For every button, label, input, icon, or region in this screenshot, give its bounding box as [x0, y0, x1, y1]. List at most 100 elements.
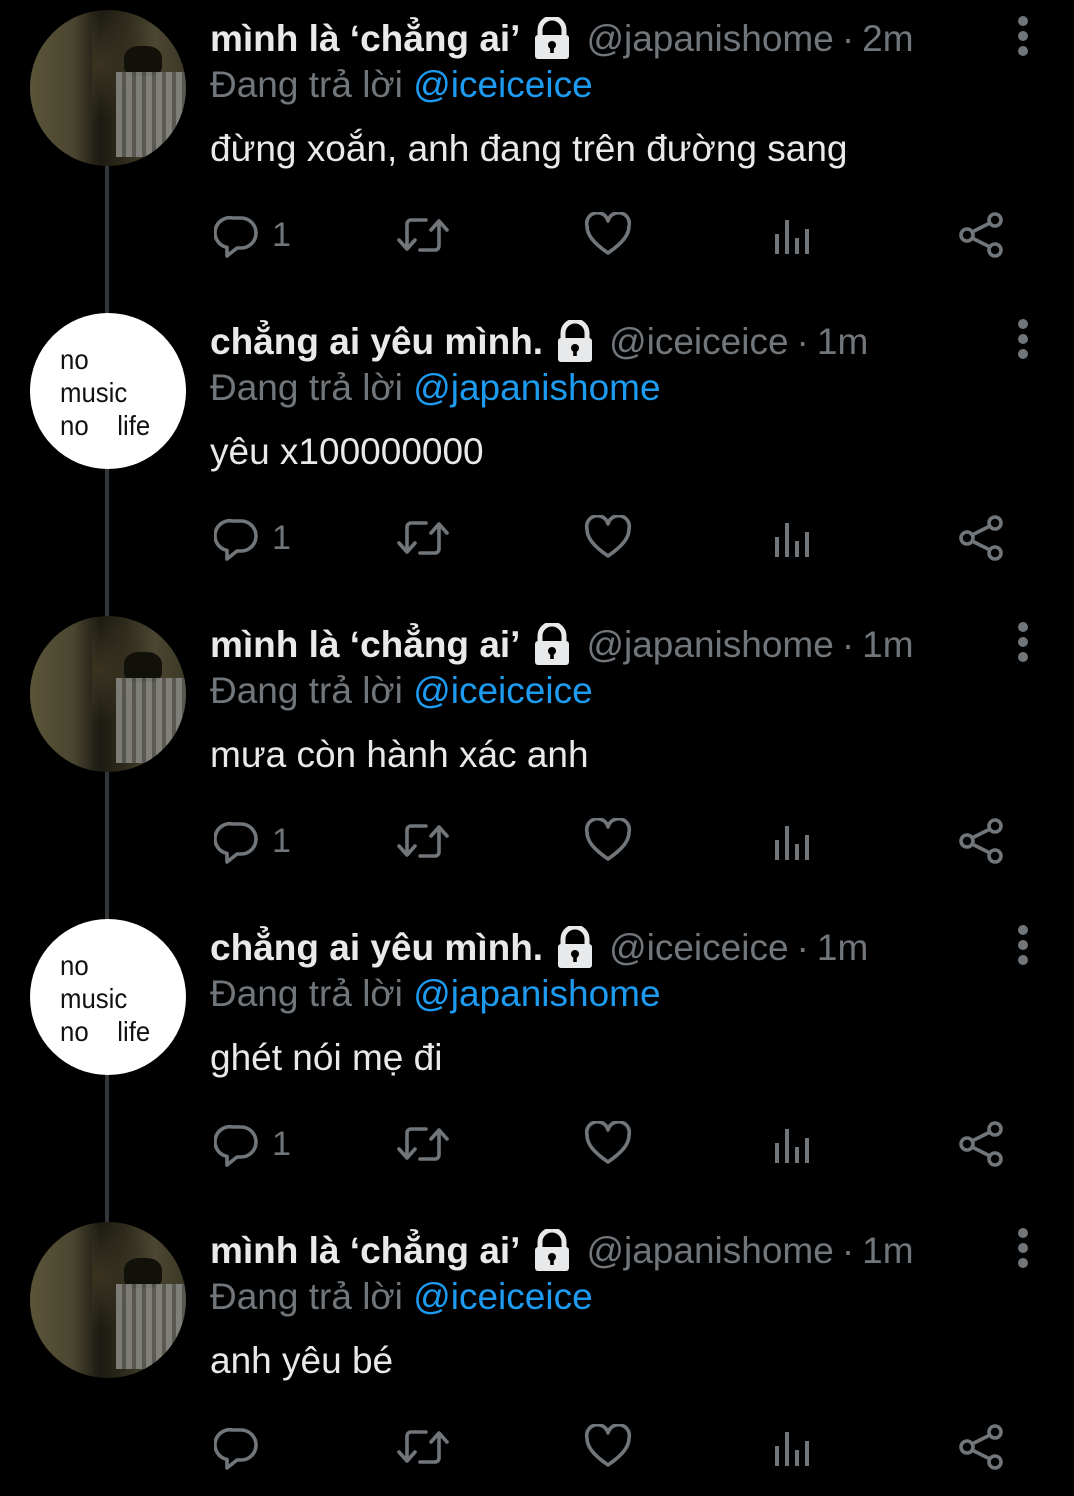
- views-button[interactable]: [772, 818, 812, 864]
- retweet-button[interactable]: [396, 818, 450, 864]
- replying-to-handle[interactable]: @japanishome: [413, 367, 660, 408]
- share-button[interactable]: [958, 515, 1004, 561]
- separator-dot: ·: [841, 624, 855, 665]
- avatar-photo-radiator: [116, 72, 186, 157]
- reply-button[interactable]: 1: [214, 818, 291, 864]
- share-icon: [959, 515, 1003, 561]
- reply-count: 1: [272, 215, 291, 254]
- tweet-header: chẳng ai yêu mình. @iceiceice · 1m: [210, 317, 868, 367]
- user-handle[interactable]: @iceiceice: [609, 321, 788, 363]
- user-handle[interactable]: @japanishome: [586, 18, 833, 60]
- views-button[interactable]: [772, 515, 812, 561]
- reply-icon: [214, 518, 258, 561]
- tweet-text: yêu x100000000: [210, 431, 484, 472]
- tweet[interactable]: no music no life chẳng ai yêu mình. @ice…: [0, 303, 1074, 606]
- share-button[interactable]: [958, 818, 1004, 864]
- display-name[interactable]: chẳng ai yêu mình.: [210, 321, 543, 363]
- like-button[interactable]: [584, 515, 632, 561]
- replying-to: Đang trả lời @iceiceice: [210, 64, 593, 106]
- reply-button[interactable]: [214, 1424, 272, 1470]
- lock-icon: [535, 17, 570, 59]
- like-button[interactable]: [584, 212, 632, 258]
- replying-to-handle[interactable]: @iceiceice: [413, 1276, 592, 1317]
- retweet-button[interactable]: [396, 1424, 450, 1470]
- heart-icon: [584, 1424, 632, 1467]
- tweet-header: mình là ‘chẳng ai’ @japanishome · 2m: [210, 14, 914, 64]
- timestamp[interactable]: 1m: [817, 321, 868, 363]
- replying-to-label: Đang trả lời: [210, 1276, 414, 1317]
- tweet[interactable]: mình là ‘chẳng ai’ @japanishome · 1m Đan…: [0, 1212, 1074, 1496]
- heart-icon: [584, 212, 632, 255]
- more-vertical-icon[interactable]: [1016, 14, 1030, 58]
- views-icon: [775, 1129, 809, 1163]
- avatar-photo-door: [30, 1222, 92, 1378]
- views-icon: [775, 826, 809, 860]
- user-handle[interactable]: @iceiceice: [609, 927, 788, 969]
- tweet-text: ghét nói mẹ đi: [210, 1037, 443, 1078]
- separator-dot: ·: [796, 321, 809, 362]
- replying-to-label: Đang trả lời: [210, 670, 414, 711]
- retweet-icon: [397, 521, 449, 555]
- user-handle[interactable]: @japanishome: [586, 1230, 833, 1272]
- views-button[interactable]: [772, 1121, 812, 1167]
- tweet[interactable]: mình là ‘chẳng ai’ @japanishome · 1m Đan…: [0, 606, 1074, 909]
- retweet-button[interactable]: [396, 1121, 450, 1167]
- tweet-actions: 1: [210, 806, 1010, 876]
- replying-to-handle[interactable]: @iceiceice: [413, 670, 592, 711]
- replying-to: Đang trả lời @iceiceice: [210, 1276, 593, 1318]
- avatar-photo[interactable]: [30, 10, 186, 166]
- retweet-button[interactable]: [396, 515, 450, 561]
- like-button[interactable]: [584, 818, 632, 864]
- tweet-actions: 1: [210, 1109, 1010, 1179]
- timestamp[interactable]: 1m: [817, 927, 868, 969]
- timestamp[interactable]: 2m: [862, 18, 913, 60]
- more-vertical-icon[interactable]: [1016, 923, 1030, 967]
- avatar-text[interactable]: no music no life: [30, 919, 186, 1075]
- avatar-photo[interactable]: [30, 1222, 186, 1378]
- avatar-text-label: no music no life: [60, 344, 151, 441]
- more-vertical-icon[interactable]: [1016, 620, 1030, 664]
- views-button[interactable]: [772, 1424, 812, 1470]
- separator-dot: ·: [841, 1230, 855, 1271]
- timestamp[interactable]: 1m: [862, 624, 913, 666]
- tweet[interactable]: no music no life chẳng ai yêu mình. @ice…: [0, 909, 1074, 1212]
- avatar-photo-door: [30, 616, 92, 772]
- reply-icon: [214, 1124, 258, 1167]
- share-button[interactable]: [958, 1424, 1004, 1470]
- replying-to: Đang trả lời @japanishome: [210, 973, 661, 1015]
- retweet-button[interactable]: [396, 212, 450, 258]
- tweet-text: anh yêu bé: [210, 1340, 394, 1381]
- heart-icon: [584, 515, 632, 558]
- like-button[interactable]: [584, 1424, 632, 1470]
- share-icon: [959, 1424, 1003, 1470]
- reply-button[interactable]: 1: [214, 1121, 291, 1167]
- tweet-text: đừng xoắn, anh đang trên đường sang: [210, 128, 848, 169]
- tweet[interactable]: mình là ‘chẳng ai’ @japanishome · 2m Đan…: [0, 0, 1074, 303]
- share-button[interactable]: [958, 1121, 1004, 1167]
- more-vertical-icon[interactable]: [1016, 317, 1030, 361]
- replying-to-handle[interactable]: @japanishome: [413, 973, 660, 1014]
- reply-button[interactable]: 1: [214, 515, 291, 561]
- avatar-text[interactable]: no music no life: [30, 313, 186, 469]
- display-name[interactable]: chẳng ai yêu mình.: [210, 927, 543, 969]
- avatar-photo[interactable]: [30, 616, 186, 772]
- display-name[interactable]: mình là ‘chẳng ai’: [210, 624, 520, 666]
- lock-icon: [535, 623, 570, 665]
- tweet-actions: 1: [210, 200, 1010, 270]
- reply-thread: mình là ‘chẳng ai’ @japanishome · 2m Đan…: [0, 0, 1074, 1496]
- replying-to: Đang trả lời @iceiceice: [210, 670, 593, 712]
- share-button[interactable]: [958, 212, 1004, 258]
- tweet-text: mưa còn hành xác anh: [210, 734, 589, 775]
- timestamp[interactable]: 1m: [862, 1230, 913, 1272]
- replying-to-handle[interactable]: @iceiceice: [413, 64, 592, 105]
- display-name[interactable]: mình là ‘chẳng ai’: [210, 1230, 520, 1272]
- display-name[interactable]: mình là ‘chẳng ai’: [210, 18, 520, 60]
- avatar-text-label: no music no life: [60, 950, 151, 1047]
- like-button[interactable]: [584, 1121, 632, 1167]
- views-button[interactable]: [772, 212, 812, 258]
- views-icon: [775, 523, 809, 557]
- user-handle[interactable]: @japanishome: [586, 624, 833, 666]
- more-vertical-icon[interactable]: [1016, 1226, 1030, 1270]
- reply-button[interactable]: 1: [214, 212, 291, 258]
- lock-icon: [558, 926, 593, 968]
